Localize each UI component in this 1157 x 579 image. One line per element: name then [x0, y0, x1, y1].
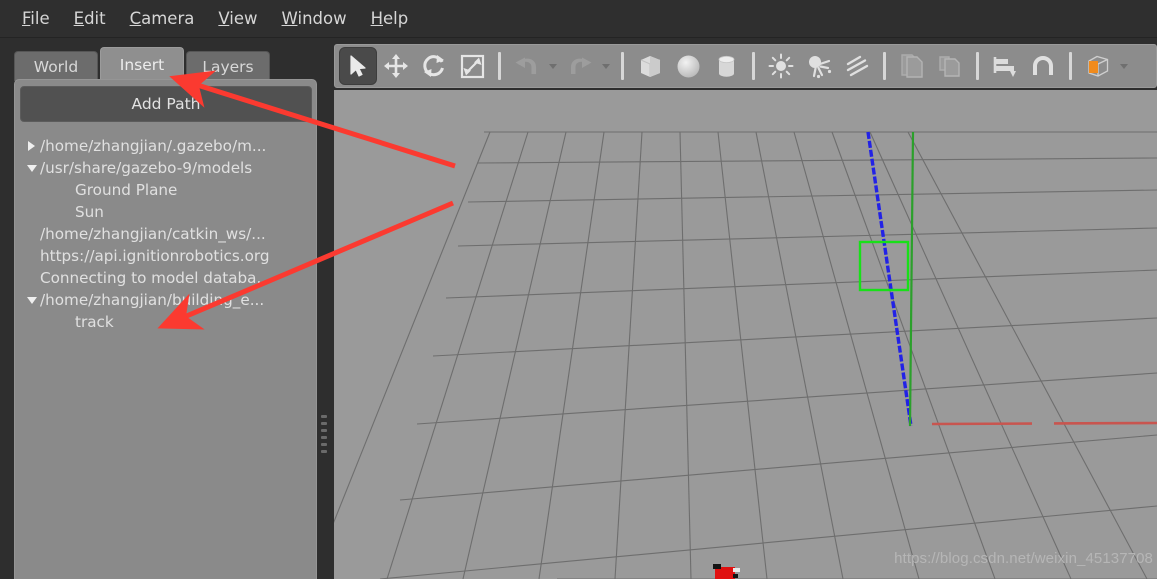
- scale-icon: [460, 54, 484, 78]
- move-arrows-icon: [384, 54, 408, 78]
- menu-view[interactable]: View: [206, 6, 269, 31]
- tab-insert[interactable]: Insert: [100, 47, 184, 81]
- cylinder-icon: [718, 55, 734, 77]
- tree-item-label: Connecting to model databa...: [40, 269, 271, 287]
- menu-file[interactable]: File: [10, 6, 62, 31]
- rotate-tool-button[interactable]: [415, 47, 453, 85]
- toolbar-separator: [883, 52, 886, 80]
- insert-box-button[interactable]: [631, 47, 669, 85]
- tree-item-label: /home/zhangjian/.gazebo/m...: [40, 137, 267, 155]
- menu-help[interactable]: Help: [359, 6, 421, 31]
- view-angle-dropdown-chevron-down-icon[interactable]: [1117, 64, 1130, 69]
- undo-button[interactable]: [508, 47, 546, 85]
- toolbar-separator: [752, 52, 755, 80]
- insert-panel-body: Add Path /home/zhangjian/.gazebo/m... /u…: [14, 79, 317, 579]
- paste-button[interactable]: [931, 47, 969, 85]
- add-path-label: Add Path: [131, 95, 201, 113]
- orange-cube-icon: [1087, 55, 1108, 77]
- menu-file-label: ile: [30, 9, 50, 28]
- cube-icon: [640, 55, 660, 77]
- toolbar-separator: [621, 52, 624, 80]
- panel-splitter[interactable]: [318, 38, 330, 579]
- left-panel: World Insert Layers Add Path /home/zhang…: [0, 38, 330, 579]
- insert-cylinder-button[interactable]: [707, 47, 745, 85]
- menu-window[interactable]: Window: [270, 6, 359, 31]
- tab-world-label: World: [33, 57, 79, 76]
- tree-item-label: /home/zhangjian/catkin_ws/...: [40, 225, 266, 243]
- panel-tab-bar: World Insert Layers: [14, 47, 314, 81]
- spot-light-icon: [809, 56, 832, 79]
- select-tool-button[interactable]: [339, 47, 377, 85]
- insert-sphere-button[interactable]: [669, 47, 707, 85]
- sphere-icon: [677, 55, 699, 77]
- translate-tool-button[interactable]: [377, 47, 415, 85]
- insert-directional-light-button[interactable]: [838, 47, 876, 85]
- tree-item-label: https://api.ignitionrobotics.org: [40, 247, 270, 265]
- tree-row[interactable]: https://api.ignitionrobotics.org: [15, 245, 316, 267]
- toolbar-separator: [1069, 52, 1072, 80]
- menu-camera[interactable]: Camera: [118, 6, 207, 31]
- tab-insert-label: Insert: [119, 55, 165, 74]
- magnet-icon: [1033, 56, 1053, 75]
- model-path-tree: /home/zhangjian/.gazebo/m... /usr/share/…: [15, 133, 316, 579]
- watermark-text: https://blog.csdn.net/weixin_45137708: [894, 550, 1153, 567]
- copy-icon: [901, 54, 923, 78]
- tree-row[interactable]: Ground Plane: [15, 179, 316, 201]
- copy-button[interactable]: [893, 47, 931, 85]
- align-button[interactable]: [986, 47, 1024, 85]
- menu-camera-label: amera: [141, 9, 195, 28]
- scale-tool-button[interactable]: [453, 47, 491, 85]
- point-light-icon: [768, 53, 794, 79]
- insert-spot-light-button[interactable]: [800, 47, 838, 85]
- directional-light-icon: [846, 55, 868, 76]
- redo-dropdown-chevron-down-icon[interactable]: [599, 64, 612, 69]
- tab-layers[interactable]: Layers: [186, 51, 270, 81]
- main-toolbar: [334, 44, 1157, 88]
- add-path-button[interactable]: Add Path: [20, 86, 312, 122]
- menu-view-label: iew: [229, 9, 258, 28]
- view-angle-button[interactable]: [1079, 47, 1117, 85]
- cursor-arrow-icon: [350, 55, 366, 77]
- chevron-down-icon[interactable]: [23, 165, 40, 172]
- tab-world[interactable]: World: [14, 51, 98, 81]
- 3d-viewport[interactable]: https://blog.csdn.net/weixin_45137708: [334, 90, 1157, 579]
- tree-item-label: /usr/share/gazebo-9/models: [40, 159, 253, 177]
- align-icon: [993, 56, 1016, 77]
- menu-edit-label: dit: [84, 9, 106, 28]
- chevron-right-icon[interactable]: [23, 141, 40, 151]
- viewport-background: [334, 90, 1157, 579]
- tree-row[interactable]: Connecting to model databa...: [15, 267, 316, 289]
- splitter-grip-icon[interactable]: [321, 415, 327, 453]
- chevron-down-icon[interactable]: [23, 297, 40, 304]
- viewport-scene: [334, 90, 1157, 579]
- tab-layers-label: Layers: [202, 57, 254, 76]
- tree-row[interactable]: track: [15, 311, 316, 333]
- menu-window-label: indow: [297, 9, 347, 28]
- tree-item-label: track: [75, 313, 114, 331]
- undo-arrow-icon: [515, 57, 537, 75]
- toolbar-separator: [498, 52, 501, 80]
- redo-arrow-icon: [571, 57, 592, 74]
- tree-row[interactable]: /usr/share/gazebo-9/models: [15, 157, 316, 179]
- tree-row[interactable]: Sun: [15, 201, 316, 223]
- viewport-area: https://blog.csdn.net/weixin_45137708: [330, 38, 1157, 579]
- toolbar-separator: [976, 52, 979, 80]
- menu-help-label: elp: [383, 9, 409, 28]
- paste-icon: [939, 56, 960, 77]
- tree-item-label: /home/zhangjian/building_e...: [40, 291, 265, 309]
- tree-row[interactable]: /home/zhangjian/catkin_ws/...: [15, 223, 316, 245]
- snap-button[interactable]: [1024, 47, 1062, 85]
- tree-item-label: Ground Plane: [75, 181, 178, 199]
- tree-item-label: Sun: [75, 203, 104, 221]
- tree-row[interactable]: /home/zhangjian/.gazebo/m...: [15, 135, 316, 157]
- undo-dropdown-chevron-down-icon[interactable]: [546, 64, 559, 69]
- rotate-icon: [423, 55, 444, 77]
- menu-bar: File Edit Camera View Window Help: [0, 0, 1157, 38]
- tree-row[interactable]: /home/zhangjian/building_e...: [15, 289, 316, 311]
- gazebo-window: File Edit Camera View Window Help World …: [0, 0, 1157, 579]
- redo-button[interactable]: [561, 47, 599, 85]
- insert-point-light-button[interactable]: [762, 47, 800, 85]
- menu-edit[interactable]: Edit: [62, 6, 118, 31]
